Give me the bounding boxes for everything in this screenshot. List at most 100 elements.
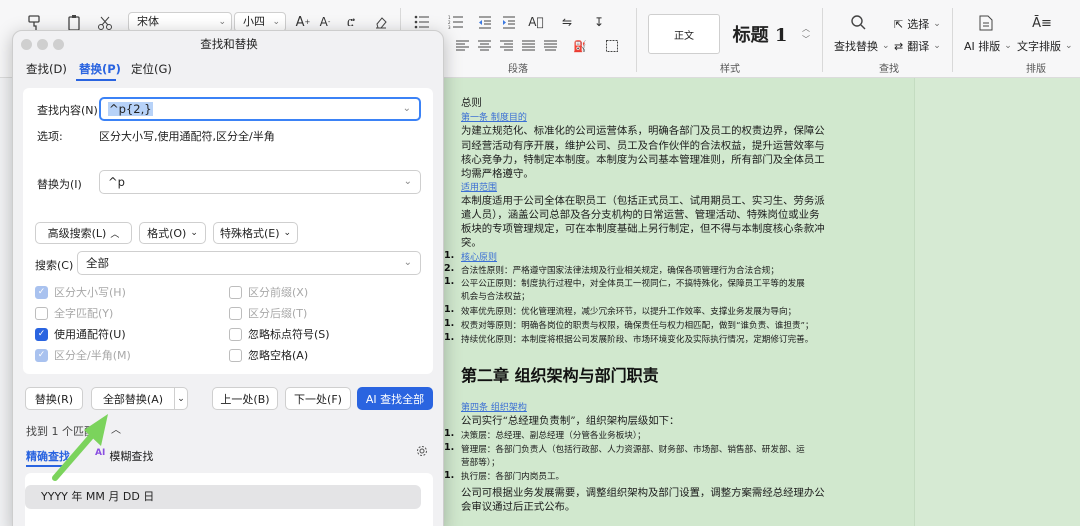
chevron-down-icon: ⌄ <box>1065 41 1073 51</box>
checkbox-box <box>229 327 242 341</box>
checkbox-label: 全字匹配(Y) <box>54 307 114 320</box>
find-input[interactable]: ^p{2,} ⌄ <box>99 97 421 121</box>
doc-line: 板块的专项管理规定，可在本制度基础上另行制定，但不得与本制度核心条款冲 <box>461 223 825 235</box>
replace-all-dropdown[interactable]: ⌄ <box>174 387 188 410</box>
advanced-search-button[interactable]: 高级搜索(L) ︿ <box>35 222 132 244</box>
ai-layout-button[interactable]: AI 排版 ⌄ <box>964 38 1012 54</box>
chevron-up-icon[interactable]: ︿ <box>109 421 123 436</box>
result-item[interactable]: YYYY 年 MM 月 DD 日 <box>25 485 421 509</box>
tab-replace[interactable]: 替换(P) <box>79 61 121 77</box>
search-scope-value: 全部 <box>86 256 109 270</box>
style-gallery-expand-icon[interactable]: ︿ ﹀ <box>800 16 812 52</box>
list-number: 1. <box>444 470 455 481</box>
replace-input[interactable]: ^p ⌄ <box>99 170 421 194</box>
distribute-icon[interactable] <box>542 38 558 54</box>
style-normal[interactable]: 正文 <box>648 14 720 54</box>
checkbox-ignore-space[interactable]: 忽略空格(A) <box>229 347 308 363</box>
special-format-button[interactable]: 特殊格式(E) ⌄ <box>213 222 298 244</box>
find-replace-button[interactable]: 查找替换 ⌄ <box>834 38 890 54</box>
next-button[interactable]: 下一处(F) <box>285 387 351 410</box>
checkbox-match-case[interactable]: ✓ 区分大小写(H) <box>35 284 126 300</box>
numbered-list-icon[interactable]: 123 <box>444 13 468 31</box>
tab-precise-find[interactable]: 精确查找 <box>26 448 70 464</box>
ai-find-all-button[interactable]: AI 查找全部 <box>357 387 433 410</box>
line-spacing-icon[interactable]: ⇋ <box>556 13 578 31</box>
style-heading-label: 标题 1 <box>732 25 788 46</box>
replace-all-button[interactable]: 全部替换(A) <box>91 387 175 410</box>
format-button[interactable]: 格式(O) ⌄ <box>139 222 206 244</box>
checkbox-label: 忽略标点符号(S) <box>248 328 330 341</box>
group-label-find: 查找 <box>879 64 899 75</box>
list-item: 权责对等原则：明确各岗位的职责与权限，确保责任与权力相匹配，做到“谁负责、谁担责… <box>461 321 814 331</box>
find-label: 查找内容(N) <box>37 104 98 117</box>
list-item: 效率优先原则：优化管理流程，减少冗余环节，以提升工作效率、支撑业务发展为导向； <box>461 307 797 317</box>
translate-label: 翻译 <box>907 40 930 53</box>
replace-input-value: ^p <box>108 175 125 189</box>
search-scope-label: 搜索(C) <box>35 259 74 272</box>
sort-icon[interactable]: ↧ <box>588 13 610 31</box>
align-right-icon[interactable] <box>498 38 514 54</box>
font-name-select[interactable]: 宋体 ⌄ <box>128 12 232 32</box>
align-left-icon[interactable] <box>454 38 470 54</box>
dialog-title: 查找和替换 <box>200 37 258 51</box>
check-icon: ✓ <box>35 348 48 362</box>
cursor-icon: ⇱ <box>894 17 904 31</box>
doc-line: 突。 <box>461 237 482 249</box>
style-heading-1[interactable]: 标题 1 <box>724 14 796 54</box>
list-number: 1. <box>444 276 455 287</box>
chevron-down-icon: ⌄ <box>177 393 185 404</box>
outdent-icon[interactable] <box>476 13 494 31</box>
checkbox-width[interactable]: ✓ 区分全/半角(M) <box>35 347 131 363</box>
border-icon[interactable] <box>600 38 624 54</box>
special-format-label: 特殊格式(E) <box>219 227 280 240</box>
checkbox-whole-word[interactable]: 全字匹配(Y) <box>35 305 113 321</box>
search-icon[interactable] <box>848 12 868 32</box>
chevron-down-icon: ⌄ <box>403 176 412 187</box>
replace-button[interactable]: 替换(R) <box>25 387 83 410</box>
find-replace-dialog: 查找和替换 查找(D) 替换(P) 定位(G) 查找内容(N) ^p{2,} ⌄… <box>12 30 444 526</box>
previous-button[interactable]: 上一处(B) <box>212 387 278 410</box>
checkbox-wildcards[interactable]: ✓ 使用通配符(U) <box>35 326 126 342</box>
options-value: 区分大小写,使用通配符,区分全/半角 <box>99 130 275 143</box>
check-icon: ✓ <box>35 285 48 299</box>
doc-line: 为建立规范化、标准化的公司运营体系，明确各部门及员工的权责边界，保障公 <box>461 125 825 137</box>
doc-line: 总则 <box>461 97 482 109</box>
phonetic-icon[interactable]: ሮ <box>340 13 362 31</box>
decrease-font-icon[interactable]: A- <box>316 13 334 31</box>
list-item: 营部等）； <box>461 458 500 468</box>
indent-icon[interactable] <box>500 13 518 31</box>
group-label-layout: 排版 <box>1026 64 1046 75</box>
list-item: 合法性原则：严格遵守国家法律法规及行业相关规定，确保各项管理行为合法合规； <box>461 266 779 276</box>
justify-icon[interactable] <box>520 38 536 54</box>
translate-button[interactable]: ⇄ 翻译 ⌄ <box>894 38 941 54</box>
align-center-icon[interactable] <box>476 38 492 54</box>
checkbox-suffix[interactable]: 区分后缀(T) <box>229 305 307 321</box>
tab-fuzzy-find[interactable]: AI 模糊查找 <box>95 448 153 464</box>
tab-goto[interactable]: 定位(G) <box>131 61 172 77</box>
list-number: 2. <box>444 263 455 274</box>
found-count: 找到 1 个匹配 <box>26 425 95 438</box>
search-scope-select[interactable]: 全部 ⌄ <box>77 251 421 275</box>
text-effect-icon[interactable]: A⃝ <box>524 13 548 31</box>
checkbox-label: 区分后缀(T) <box>248 307 308 320</box>
text-layout-button[interactable]: 文字排版 ⌄ <box>1017 38 1073 54</box>
group-label-styles: 样式 <box>720 64 740 75</box>
increase-font-icon[interactable]: A + <box>294 13 312 31</box>
ai-layout-icon[interactable] <box>976 13 996 33</box>
gear-icon[interactable] <box>415 444 429 458</box>
tab-find[interactable]: 查找(D) <box>26 61 67 77</box>
checkbox-label: 区分前缀(X) <box>248 286 309 299</box>
bullet-list-icon[interactable] <box>410 13 434 31</box>
chevron-down-icon: ⌄ <box>933 19 941 29</box>
shading-icon[interactable]: ⛽ <box>568 38 592 54</box>
select-button[interactable]: ⇱ 选择 ⌄ <box>894 16 941 32</box>
doc-line: 公司实行“总经理负责制”，组织架构层级如下： <box>461 415 680 427</box>
checkbox-prefix[interactable]: 区分前缀(X) <box>229 284 308 300</box>
font-size-select[interactable]: 小四 ⌄ <box>234 12 286 32</box>
text-layout-icon[interactable]: Ā≡ <box>1032 13 1052 33</box>
chevron-down-icon: ⌄ <box>272 17 280 27</box>
list-number: 1. <box>444 442 455 453</box>
group-label-paragraph: 段落 <box>508 64 528 75</box>
clear-format-icon[interactable] <box>372 13 390 31</box>
checkbox-ignore-punct[interactable]: 忽略标点符号(S) <box>229 326 330 342</box>
